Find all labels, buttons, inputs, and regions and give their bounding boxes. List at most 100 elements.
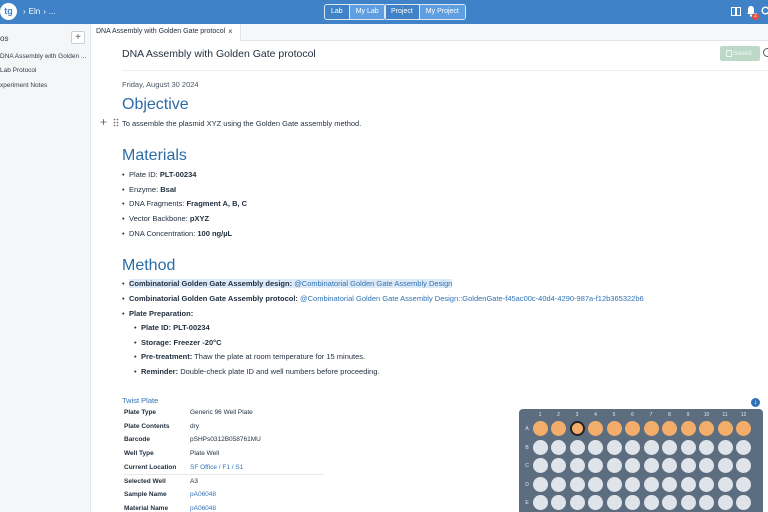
objective-text[interactable]: To assemble the plasmid XYZ using the Go… [122,119,361,128]
well-d5[interactable] [606,476,622,492]
list-item[interactable]: • Combinatorial Golden Gate Assembly desi… [122,279,453,288]
well-e3[interactable] [569,495,585,510]
well-c6[interactable] [625,458,640,473]
well-a11[interactable] [717,421,733,436]
well-d8[interactable] [662,476,677,492]
well-d7[interactable] [643,476,659,492]
well-c10[interactable] [699,458,714,473]
well-d2[interactable] [551,476,566,492]
project-option-project[interactable]: Project [385,5,419,19]
app-logo[interactable]: tg [0,3,17,20]
well-e1[interactable] [532,495,548,510]
well-b1[interactable] [532,439,548,455]
sample-name-link[interactable]: pA06048 [190,491,216,498]
breadcrumb-eln[interactable]: Eln [29,7,41,16]
well-c12[interactable] [736,458,751,473]
project-option-my-project[interactable]: My Project [418,5,465,19]
well-b12[interactable] [736,439,751,455]
well-b6[interactable] [625,439,640,455]
well-b8[interactable] [662,439,677,455]
well-a10[interactable] [699,421,714,436]
sub-list-item[interactable]: • Pre-treatment: Thaw the plate at room t… [134,352,365,361]
document-title[interactable]: DNA Assembly with Golden Gate protocol [122,48,316,60]
well-d3[interactable] [569,476,585,492]
sidebar-item-experiment-notes[interactable]: xperiment Notes [0,82,47,89]
well-a5[interactable] [606,421,622,436]
well-b4[interactable] [588,439,603,455]
well-c8[interactable] [662,458,677,473]
well-a8[interactable] [662,421,677,436]
drag-handle-icon[interactable] [113,118,119,127]
twist-plate-link[interactable]: Twist Plate [122,396,158,405]
well-d10[interactable] [699,476,714,492]
well-c4[interactable] [588,458,603,473]
well-a4[interactable] [588,421,603,436]
list-item[interactable]: • DNA Concentration: 100 ng/µL [122,229,232,238]
list-item[interactable]: • Plate Preparation: [122,309,193,318]
breadcrumb-ellipsis[interactable]: ... [49,7,56,16]
well-e4[interactable] [588,495,603,510]
objective-heading: Objective [122,96,189,113]
sub-list-item[interactable]: • Plate ID: PLT-00234 [134,323,210,332]
well-d1[interactable] [532,476,548,492]
add-block-icon[interactable]: + [100,116,107,128]
well-b3[interactable] [569,439,585,455]
well-e12[interactable] [736,495,751,510]
well-c3[interactable] [569,458,585,473]
well-c11[interactable] [717,458,733,473]
well-c9[interactable] [680,458,696,473]
sub-list-item[interactable]: • Storage: Freezer -20°C [134,338,222,347]
well-b2[interactable] [551,439,566,455]
search-icon[interactable] [761,6,768,17]
well-c1[interactable] [532,458,548,473]
list-item[interactable]: • Combinatorial Golden Gate Assembly prot… [122,294,644,303]
sidebar-item-dna-assembly[interactable]: DNA Assembly with Golden ... [0,53,86,60]
sub-list-item[interactable]: • Reminder: Double-check plate ID and wel… [134,367,379,376]
book-icon[interactable] [731,7,741,16]
well-e11[interactable] [717,495,733,510]
clock-icon[interactable] [763,48,768,57]
lab-option-my-lab[interactable]: My Lab [348,5,385,19]
well-e6[interactable] [625,495,640,510]
well-a1[interactable] [532,421,548,436]
list-item[interactable]: • DNA Fragments: Fragment A, B, C [122,199,247,208]
well-e2[interactable] [551,495,566,510]
well-e9[interactable] [680,495,696,510]
well-d11[interactable] [717,476,733,492]
material-name-link[interactable]: pA06048 [190,505,216,512]
well-a9[interactable] [680,421,696,436]
tab-dna-assembly[interactable]: DNA Assembly with Golden Gate protocol × [91,24,241,41]
well-c5[interactable] [606,458,622,473]
well-a7[interactable] [643,421,659,436]
protocol-link[interactable]: @Combinatorial Golden Gate Assembly Desi… [300,294,644,303]
well-d4[interactable] [588,476,603,492]
list-item[interactable]: • Plate ID: PLT-00234 [122,170,196,179]
well-b11[interactable] [717,439,733,455]
well-a6[interactable] [625,421,640,436]
well-e10[interactable] [699,495,714,510]
well-b9[interactable] [680,439,696,455]
sidebar-item-lab-protocol[interactable]: Lab Protocol [0,67,37,74]
well-a2[interactable] [551,421,566,436]
well-e7[interactable] [643,495,659,510]
current-location-link[interactable]: SF Office / F1 / S1 [190,464,243,471]
lab-option-lab[interactable]: Lab [325,5,349,19]
well-e5[interactable] [606,495,622,510]
well-b10[interactable] [699,439,714,455]
well-b5[interactable] [606,439,622,455]
well-d9[interactable] [680,476,696,492]
design-link[interactable]: @Combinatorial Golden Gate Assembly Desi… [294,279,452,288]
list-item[interactable]: • Vector Backbone: pXYZ [122,214,209,223]
well-b7[interactable] [643,439,659,455]
well-e8[interactable] [662,495,677,510]
well-d12[interactable] [736,476,751,492]
add-document-button[interactable]: + [71,31,85,44]
download-icon[interactable]: ↓ [751,398,760,407]
well-d6[interactable] [625,476,640,492]
list-item[interactable]: • Enzyme: BsaI [122,185,176,194]
well-a12[interactable] [736,421,751,436]
well-c7[interactable] [643,458,659,473]
close-icon[interactable]: × [228,27,233,36]
well-c2[interactable] [551,458,566,473]
well-a3[interactable] [569,421,585,436]
